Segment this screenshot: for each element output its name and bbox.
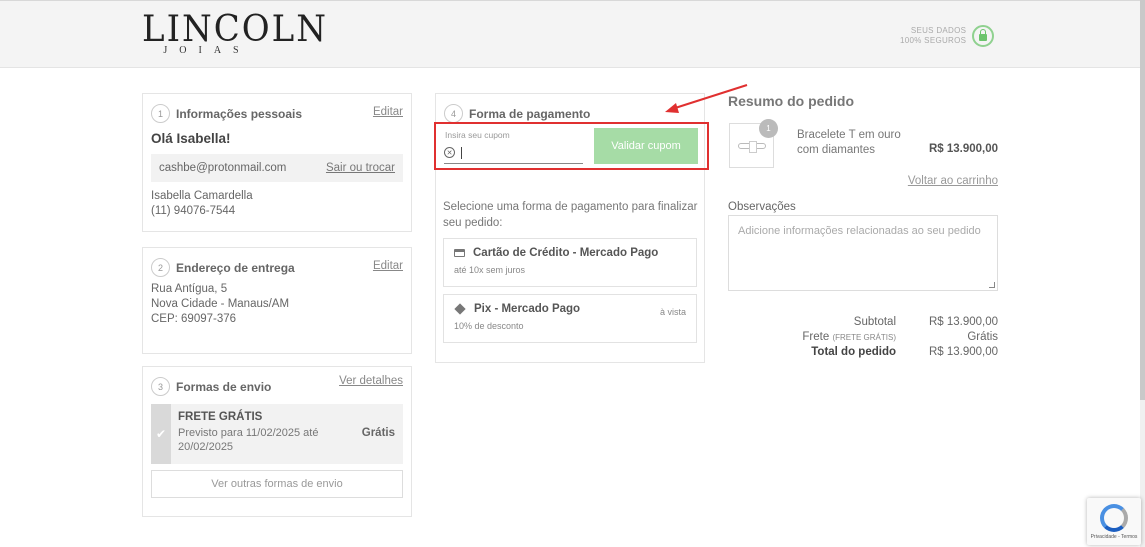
recaptcha-text: Privacidade - Termos xyxy=(1090,534,1138,540)
coupon-label: Insira seu cupom xyxy=(445,130,510,140)
shipping-option-date: Previsto para 11/02/2025 até 20/02/2025 xyxy=(178,427,319,453)
secure-line-2: 100% SEGUROS xyxy=(900,36,967,45)
subtotal-value: R$ 13.900,00 xyxy=(928,316,998,328)
coupon-input[interactable]: ✕ xyxy=(444,142,583,164)
total-value: R$ 13.900,00 xyxy=(928,346,998,358)
logo-text: LINCOLN xyxy=(142,7,328,51)
address-line-1: Rua Antígua, 5 xyxy=(151,283,228,295)
resize-handle[interactable] xyxy=(989,282,995,288)
quantity-badge: 1 xyxy=(759,119,778,138)
notes-label: Observações xyxy=(728,201,796,213)
product-name: Bracelete T em ouro com diamantes xyxy=(797,129,901,156)
payment-option-subtitle: até 10x sem juros xyxy=(454,265,526,275)
step-number: 4 xyxy=(444,104,463,123)
recaptcha-badge[interactable]: Privacidade - Termos xyxy=(1087,498,1141,545)
shipping-methods-card: 3 Formas de envio Ver detalhes ✔ FRETE G… xyxy=(142,366,412,517)
payment-intro: Selecione uma forma de pagamento para fi… xyxy=(443,201,698,229)
back-to-cart-link[interactable]: Voltar ao carrinho xyxy=(880,175,998,187)
subtotal-label: Subtotal xyxy=(853,316,896,328)
payment-option-subtitle: 10% de desconto xyxy=(454,321,524,331)
pix-option[interactable]: Pix - Mercado Pago 10% de desconto à vis… xyxy=(443,294,697,343)
edit-address-link[interactable]: Editar xyxy=(373,260,403,272)
text-cursor xyxy=(461,146,462,159)
shipping-value: Grátis xyxy=(967,331,998,343)
check-icon: ✔ xyxy=(151,404,171,464)
shipping-label: Frete xyxy=(802,331,830,343)
other-shipping-button[interactable]: Ver outras formas de envio xyxy=(151,470,403,498)
pix-icon xyxy=(454,303,466,315)
step-number: 1 xyxy=(151,104,170,123)
secure-badge: SEUS DADOS 100% SEGUROS xyxy=(900,25,995,47)
personal-info-title: Informações pessoais xyxy=(176,106,303,121)
edit-personal-link[interactable]: Editar xyxy=(373,106,403,118)
notes-placeholder: Adicione informações relacionadas ao seu… xyxy=(738,225,981,237)
email-text: cashbe@protonmail.com xyxy=(159,162,287,174)
payment-title: Forma de pagamento xyxy=(469,106,591,121)
shipping-label-group: Frete (FRETE GRÁTIS) xyxy=(802,331,896,343)
customer-name: Isabella Camardella xyxy=(151,190,253,202)
payment-option-tag: à vista xyxy=(659,307,686,317)
bracelet-icon xyxy=(737,140,766,153)
address-title: Endereço de entrega xyxy=(176,260,295,275)
personal-info-card: 1 Informações pessoais Editar Olá Isabel… xyxy=(142,93,412,232)
shipping-address-card: 2 Endereço de entrega Editar Rua Antígua… xyxy=(142,247,412,354)
shipping-note: (FRETE GRÁTIS) xyxy=(832,333,896,342)
site-header: LINCOLN JOIAS SEUS DADOS 100% SEGUROS xyxy=(0,0,1140,68)
step-number: 2 xyxy=(151,258,170,277)
step-number: 3 xyxy=(151,377,170,396)
scrollbar-thumb[interactable] xyxy=(1140,0,1145,400)
email-row: cashbe@protonmail.com Sair ou trocar xyxy=(151,154,403,182)
lincoln-logo[interactable]: LINCOLN JOIAS xyxy=(142,7,328,56)
shipping-option-title: FRETE GRÁTIS xyxy=(178,411,263,423)
page-scrollbar[interactable] xyxy=(1140,0,1145,547)
total-label: Total do pedido xyxy=(811,346,896,358)
greeting: Olá Isabella! xyxy=(151,131,231,146)
payment-option-title: Cartão de Crédito - Mercado Pago xyxy=(473,247,659,259)
notes-textarea[interactable]: Adicione informações relacionadas ao seu… xyxy=(728,215,998,291)
shipping-title: Formas de envio xyxy=(176,379,272,394)
credit-card-option[interactable]: Cartão de Crédito - Mercado Pago até 10x… xyxy=(443,238,697,287)
logout-link[interactable]: Sair ou trocar xyxy=(326,162,395,174)
customer-phone: (11) 94076-7544 xyxy=(151,205,236,217)
payment-option-title: Pix - Mercado Pago xyxy=(474,303,581,315)
secure-line-1: SEUS DADOS xyxy=(910,26,967,35)
shipping-details-link[interactable]: Ver detalhes xyxy=(339,375,403,387)
recaptcha-icon xyxy=(1100,504,1128,532)
clear-icon[interactable]: ✕ xyxy=(444,147,455,158)
credit-card-icon xyxy=(454,249,465,257)
order-summary-title: Resumo do pedido xyxy=(728,93,854,109)
free-shipping-option[interactable]: ✔ FRETE GRÁTIS Previsto para 11/02/2025 … xyxy=(151,404,403,464)
validate-coupon-button[interactable]: Validar cupom xyxy=(594,128,698,164)
shipping-option-price: Grátis xyxy=(361,427,395,439)
secure-text: SEUS DADOS 100% SEGUROS xyxy=(900,26,966,46)
address-line-2: Nova Cidade - Manaus/AM xyxy=(151,298,290,310)
address-line-3: CEP: 69097-376 xyxy=(151,313,237,325)
product-price: R$ 13.900,00 xyxy=(928,143,998,155)
coupon-highlight: Insira seu cupom ✕ Validar cupom xyxy=(434,122,709,170)
lock-icon xyxy=(972,25,995,47)
